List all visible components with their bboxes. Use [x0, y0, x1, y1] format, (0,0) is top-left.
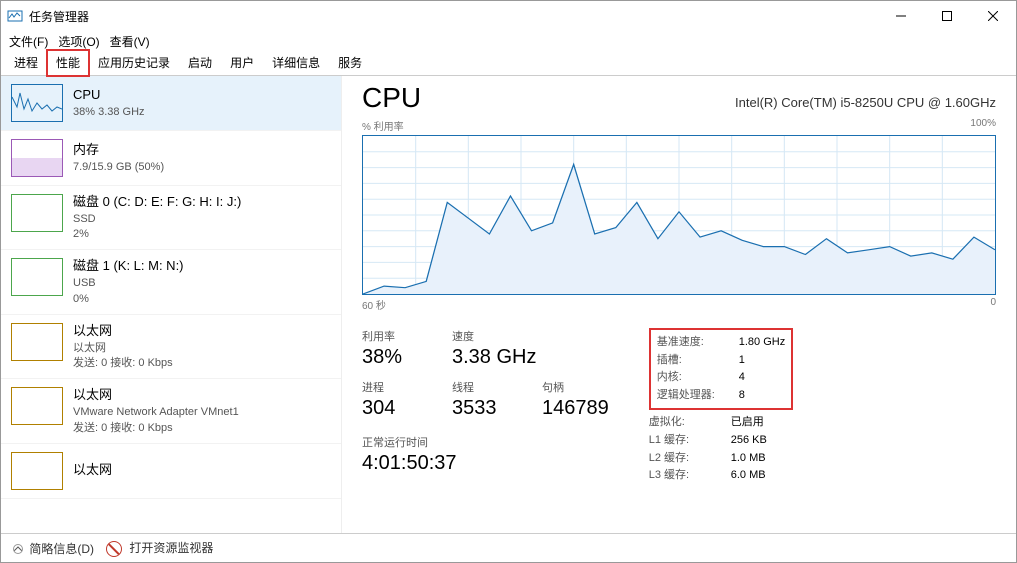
- l2-label: L2 缓存:: [649, 450, 719, 468]
- chart-xright: 0: [990, 297, 996, 312]
- ethernet-thumb-icon: [11, 323, 63, 361]
- sidebar-cpu-sub: 38% 3.38 GHz: [73, 105, 145, 119]
- chart-ylabel: % 利用率: [362, 118, 404, 133]
- util-label: 利用率: [362, 328, 422, 344]
- sidebar-eth0-sub2: 发送: 0 接收: 0 Kbps: [73, 356, 173, 370]
- open-resmon-label: 打开资源监视器: [129, 541, 213, 555]
- menu-view[interactable]: 查看(V): [110, 33, 150, 50]
- sidebar-eth1-title: 以太网: [73, 387, 239, 404]
- sidebar-disk1-sub1: USB: [73, 276, 184, 290]
- cpu-spec-box: 基准速度: 1.80 GHz 插槽: 1 内核: 4 逻辑处理器: 8: [649, 328, 793, 410]
- sidebar-eth1-sub1: VMware Network Adapter VMnet1: [73, 405, 239, 419]
- chart-ymax: 100%: [970, 118, 996, 133]
- menu-file[interactable]: 文件(F): [9, 33, 48, 50]
- logical-value: 8: [739, 387, 745, 405]
- sidebar-eth0-title: 以太网: [73, 323, 173, 340]
- close-button[interactable]: [970, 1, 1016, 31]
- l3-label: L3 缓存:: [649, 467, 719, 485]
- uptime-label: 正常运行时间: [362, 434, 609, 450]
- disk1-thumb-icon: [11, 258, 63, 296]
- l1-label: L1 缓存:: [649, 432, 719, 450]
- sidebar-mem-title: 内存: [73, 142, 164, 159]
- menubar: 文件(F) 选项(O) 查看(V): [1, 31, 1016, 51]
- base-speed-label: 基准速度:: [657, 334, 727, 352]
- thread-value: 3533: [452, 397, 512, 420]
- speed-value: 3.38 GHz: [452, 346, 536, 369]
- sidebar-item-disk0[interactable]: 磁盘 0 (C: D: E: F: G: H: I: J:) SSD 2%: [1, 186, 341, 250]
- sidebar-item-memory[interactable]: 内存 7.9/15.9 GB (50%): [1, 131, 341, 186]
- sidebar-item-ethernet-2[interactable]: 以太网: [1, 444, 341, 499]
- minimize-button[interactable]: [878, 1, 924, 31]
- forbid-icon: [106, 541, 122, 557]
- sidebar-item-ethernet-0[interactable]: 以太网 以太网 发送: 0 接收: 0 Kbps: [1, 315, 341, 379]
- l1-value: 256 KB: [731, 432, 767, 450]
- sidebar-eth0-sub1: 以太网: [73, 341, 173, 355]
- fewer-details-link[interactable]: 简略信息(D): [13, 540, 94, 557]
- l3-value: 6.0 MB: [731, 467, 766, 485]
- cpu-thumb-icon: [11, 84, 63, 122]
- sidebar-item-cpu[interactable]: CPU 38% 3.38 GHz: [1, 76, 341, 131]
- sidebar-disk1-title: 磁盘 1 (K: L: M: N:): [73, 258, 184, 275]
- cores-value: 4: [739, 369, 745, 387]
- memory-thumb-icon: [11, 139, 63, 177]
- thread-label: 线程: [452, 379, 512, 395]
- sockets-label: 插槽:: [657, 352, 727, 370]
- speed-label: 速度: [452, 328, 536, 344]
- sidebar-mem-sub: 7.9/15.9 GB (50%): [73, 160, 164, 174]
- virt-value: 已启用: [731, 414, 764, 432]
- tab-bar: 进程 性能 应用历史记录 启动 用户 详细信息 服务: [1, 51, 1016, 76]
- l2-value: 1.0 MB: [731, 450, 766, 468]
- window-title: 任务管理器: [29, 8, 878, 25]
- tab-performance[interactable]: 性能: [47, 50, 89, 76]
- sidebar-item-ethernet-1[interactable]: 以太网 VMware Network Adapter VMnet1 发送: 0 …: [1, 379, 341, 443]
- util-value: 38%: [362, 346, 422, 369]
- fewer-details-label: 简略信息(D): [29, 542, 94, 556]
- handle-value: 146789: [542, 397, 609, 420]
- tab-services[interactable]: 服务: [329, 50, 371, 75]
- sidebar-disk1-sub2: 0%: [73, 292, 184, 306]
- open-resmon-link[interactable]: 打开资源监视器: [106, 539, 213, 557]
- footer: 简略信息(D) 打开资源监视器: [1, 533, 1016, 562]
- chevron-up-icon: [13, 544, 23, 554]
- tab-processes[interactable]: 进程: [5, 50, 47, 75]
- tab-app-history[interactable]: 应用历史记录: [89, 50, 179, 75]
- sidebar-eth1-sub2: 发送: 0 接收: 0 Kbps: [73, 421, 239, 435]
- virt-label: 虚拟化:: [649, 414, 719, 432]
- tab-startup[interactable]: 启动: [179, 50, 221, 75]
- cpu-chart[interactable]: [362, 135, 996, 295]
- disk0-thumb-icon: [11, 194, 63, 232]
- cores-label: 内核:: [657, 369, 727, 387]
- maximize-button[interactable]: [924, 1, 970, 31]
- sidebar-disk0-sub2: 2%: [73, 227, 241, 241]
- sidebar-disk0-title: 磁盘 0 (C: D: E: F: G: H: I: J:): [73, 194, 241, 211]
- task-manager-icon: [7, 8, 23, 24]
- cpu-extra-info: 虚拟化: 已启用 L1 缓存: 256 KB L2 缓存: 1.0 MB L3 缓存:…: [649, 414, 793, 484]
- handle-label: 句柄: [542, 379, 609, 395]
- titlebar: 任务管理器: [1, 1, 1016, 31]
- tab-details[interactable]: 详细信息: [263, 50, 329, 75]
- cpu-model: Intel(R) Core(TM) i5-8250U CPU @ 1.60GHz: [735, 95, 996, 110]
- detail-panel: CPU Intel(R) Core(TM) i5-8250U CPU @ 1.6…: [342, 76, 1016, 533]
- ethernet-thumb-icon: [11, 387, 63, 425]
- sidebar[interactable]: CPU 38% 3.38 GHz 内存 7.9/15.9 GB (50%) 磁盘…: [1, 76, 342, 533]
- sockets-value: 1: [739, 352, 745, 370]
- proc-value: 304: [362, 397, 422, 420]
- sidebar-cpu-title: CPU: [73, 87, 145, 104]
- main-area: CPU 38% 3.38 GHz 内存 7.9/15.9 GB (50%) 磁盘…: [1, 76, 1016, 533]
- menu-options[interactable]: 选项(O): [58, 33, 99, 50]
- uptime-value: 4:01:50:37: [362, 452, 609, 475]
- chart-xleft: 60 秒: [362, 297, 386, 312]
- base-speed-value: 1.80 GHz: [739, 334, 785, 352]
- logical-label: 逻辑处理器:: [657, 387, 727, 405]
- ethernet-thumb-icon: [11, 452, 63, 490]
- sidebar-item-disk1[interactable]: 磁盘 1 (K: L: M: N:) USB 0%: [1, 250, 341, 314]
- sidebar-eth2-title: 以太网: [73, 462, 112, 479]
- proc-label: 进程: [362, 379, 422, 395]
- tab-users[interactable]: 用户: [221, 50, 263, 75]
- detail-heading: CPU: [362, 82, 421, 114]
- sidebar-disk0-sub1: SSD: [73, 212, 241, 226]
